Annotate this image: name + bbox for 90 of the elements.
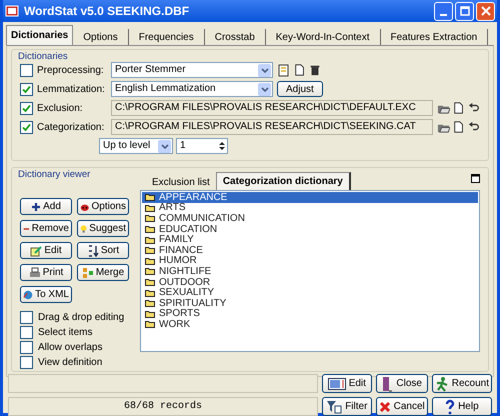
chevron-down-icon [160, 144, 168, 150]
printer-icon [28, 266, 41, 278]
spin-arrows-icon [218, 140, 226, 152]
tool-button[interactable]: Add [20, 198, 72, 215]
lightbulb-icon [80, 222, 88, 234]
checkbox-label: Select items [38, 326, 92, 338]
document-icon[interactable] [453, 120, 465, 134]
globe-icon [23, 288, 34, 300]
checkbox[interactable] [20, 64, 33, 76]
running-figure-icon [434, 376, 449, 392]
cross-icon [378, 400, 391, 412]
level-dropdown[interactable]: Up to level [99, 138, 173, 154]
dropdown[interactable]: English Lemmatization [111, 81, 273, 97]
list-item[interactable]: EDUCATION [142, 224, 478, 234]
list-item[interactable]: SPORTS [142, 308, 478, 320]
door-icon [381, 376, 394, 392]
tool-button[interactable]: Edit [20, 242, 72, 259]
path-field[interactable]: C:\PROGRAM FILES\PROVALIS RESEARCH\DICT\DEFAULT.EXC [111, 100, 433, 116]
merge-icon [82, 266, 94, 278]
field-label: Categorization: [37, 122, 106, 132]
checkbox[interactable] [20, 120, 33, 134]
path-field[interactable]: C:\PROGRAM FILES\PROVALIS RESEARCH\DICT\SEEKING.CAT [111, 119, 433, 135]
field-label: Lemmatization: [37, 84, 106, 94]
chevron-down-icon [260, 86, 268, 92]
sort-icon [86, 244, 99, 256]
undo-icon[interactable] [468, 121, 480, 133]
action-button[interactable]: Filter [322, 397, 372, 416]
field-label: Preprocessing: [37, 64, 105, 76]
list-item[interactable]: SPIRITUALITY [142, 298, 478, 309]
plus-icon [31, 202, 42, 212]
group-title: Dictionary viewer [18, 169, 90, 180]
list-item[interactable]: FINANCE [142, 244, 478, 256]
help-icon [445, 398, 456, 414]
import-icon[interactable] [277, 63, 291, 77]
list-item[interactable]: NIGHTLIFE [142, 266, 478, 277]
checkbox[interactable] [20, 310, 33, 324]
checkbox[interactable] [20, 356, 33, 368]
checkbox-label: Allow overlaps [38, 342, 102, 352]
dropdown[interactable]: Porter Stemmer [111, 62, 273, 78]
checkbox[interactable] [20, 340, 33, 354]
maximize-button[interactable] [455, 2, 474, 20]
tool-button[interactable]: Remove [20, 220, 72, 237]
action-button[interactable]: Edit [322, 374, 372, 393]
minimize-icon [440, 14, 447, 16]
checkbox[interactable] [20, 102, 33, 114]
list-item[interactable]: SEXUALITY [142, 287, 478, 298]
app-icon [5, 4, 19, 18]
checkbox-label: Drag & drop editing [38, 312, 124, 322]
list-item[interactable]: HUMOR [142, 256, 478, 266]
list-item[interactable]: WORK [142, 319, 478, 330]
list-item[interactable]: OUTDOOR [142, 276, 478, 288]
tool-button[interactable]: Suggest [77, 220, 129, 237]
tab[interactable]: Categorization dictionary [216, 172, 351, 190]
list-item[interactable]: COMMUNICATION [142, 213, 478, 224]
checkbox[interactable] [20, 82, 33, 96]
document-icon[interactable] [453, 101, 465, 115]
filter-icon [326, 400, 342, 414]
level-spinner[interactable]: 1 [176, 138, 228, 154]
checkbox-label: View definition [38, 356, 102, 368]
edit-icon [30, 244, 42, 256]
close-button[interactable] [476, 2, 495, 20]
tool-button[interactable]: Merge [77, 264, 129, 281]
text-field-icon [328, 378, 346, 390]
list-item[interactable]: ARTS [142, 202, 478, 214]
window-title: WordStat v5.0 SEEKING.DBF [24, 4, 190, 18]
checkbox[interactable] [20, 326, 33, 338]
maximize-icon[interactable] [471, 174, 480, 183]
tool-button[interactable]: Print [20, 264, 72, 281]
tool-button[interactable]: Sort [77, 242, 129, 259]
action-button[interactable]: Cancel [376, 397, 428, 416]
trash-icon[interactable] [309, 63, 321, 77]
tab[interactable]: Dictionaries [6, 25, 74, 45]
tool-button[interactable]: Options [77, 198, 129, 215]
group-title: Dictionaries [18, 51, 68, 62]
action-button[interactable]: Help [432, 397, 492, 416]
field-label: Exclusion: [37, 102, 84, 114]
maximize-icon [460, 6, 470, 16]
tab[interactable]: Exclusion list [146, 174, 216, 190]
action-button[interactable]: Recount [432, 374, 492, 393]
records-count: 68/68 records [8, 397, 318, 416]
chevron-down-icon [260, 68, 268, 74]
tool-button[interactable]: To XML [20, 286, 72, 303]
minimize-button[interactable] [434, 2, 453, 20]
list-item[interactable]: FAMILY [142, 234, 478, 245]
action-button[interactable]: Close [376, 374, 428, 393]
adjust-button[interactable]: Adjust [277, 81, 323, 97]
list-item[interactable]: APPEARANCE [142, 192, 478, 203]
undo-icon[interactable] [468, 102, 480, 114]
document-icon[interactable] [294, 63, 306, 77]
close-icon [480, 6, 490, 16]
